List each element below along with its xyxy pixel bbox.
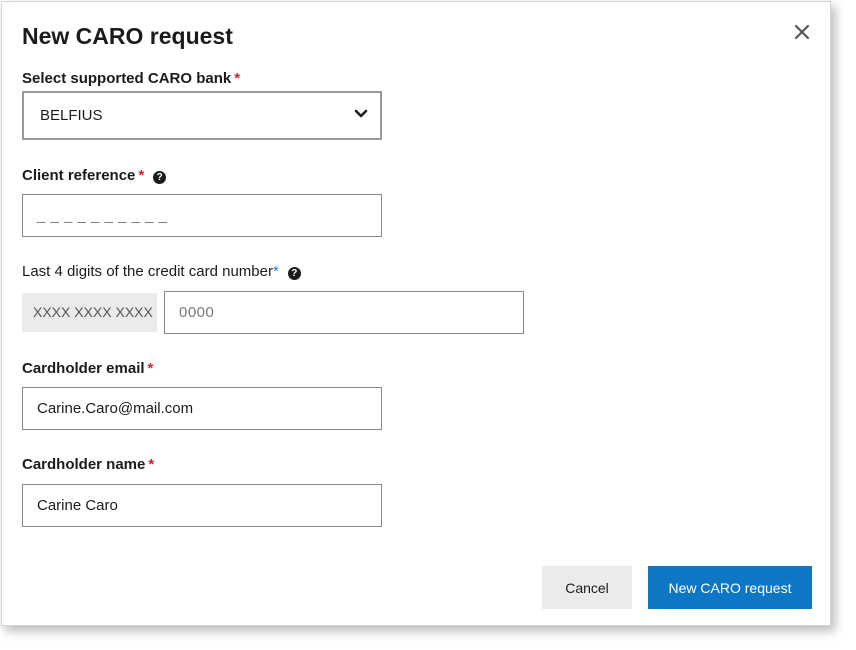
client-reference-input[interactable]: _ _ _ _ _ _ _ _ _ _ bbox=[22, 194, 382, 237]
bank-select-value: BELFIUS bbox=[40, 107, 103, 124]
required-mark: * bbox=[147, 360, 154, 377]
cardholder-name-label: Cardholder name * bbox=[22, 456, 154, 474]
required-mark: * bbox=[234, 70, 241, 87]
cardholder-name-label-text: Cardholder name bbox=[22, 456, 146, 473]
bank-select[interactable]: BELFIUS bbox=[22, 91, 382, 140]
required-mark: * bbox=[148, 456, 155, 473]
cardholder-name-input[interactable]: Carine Caro bbox=[22, 484, 382, 527]
card-digits-placeholder: 0000 bbox=[179, 304, 215, 321]
card-number-prefix: XXXX XXXX XXXX bbox=[22, 293, 157, 332]
cardholder-email-label: Cardholder email * bbox=[22, 360, 153, 378]
client-reference-label-text: Client reference bbox=[22, 167, 136, 184]
new-caro-request-button[interactable]: New CARO request bbox=[648, 566, 812, 609]
cardholder-email-input[interactable]: Carine.Caro@mail.com bbox=[22, 387, 382, 430]
client-reference-label: Client reference *? bbox=[22, 167, 167, 185]
client-reference-placeholder: _ _ _ _ _ _ _ _ _ _ bbox=[37, 207, 168, 224]
required-mark: * bbox=[272, 263, 279, 280]
card-digits-label: Last 4 digits of the credit card number*… bbox=[22, 263, 301, 281]
card-digits-label-text: Last 4 digits of the credit card number bbox=[22, 263, 273, 280]
bank-label-text: Select supported CARO bank bbox=[22, 70, 232, 87]
chevron-down-icon bbox=[354, 109, 368, 118]
bank-label: Select supported CARO bank * bbox=[22, 70, 240, 88]
question-circle-icon[interactable]: ? bbox=[287, 267, 301, 280]
close-button[interactable] bbox=[792, 22, 812, 42]
card-digits-input[interactable]: 0000 bbox=[164, 291, 524, 334]
cancel-button[interactable]: Cancel bbox=[542, 566, 632, 609]
new-caro-request-dialog: New CARO request Select supported CARO b… bbox=[1, 1, 831, 626]
required-mark: * bbox=[138, 167, 145, 184]
dialog-title: New CARO request bbox=[22, 23, 233, 49]
cardholder-email-label-text: Cardholder email bbox=[22, 360, 145, 377]
cardholder-email-value: Carine.Caro@mail.com bbox=[37, 400, 194, 417]
cardholder-name-value: Carine Caro bbox=[37, 497, 118, 514]
close-icon bbox=[794, 24, 810, 40]
question-circle-icon[interactable]: ? bbox=[153, 171, 167, 184]
